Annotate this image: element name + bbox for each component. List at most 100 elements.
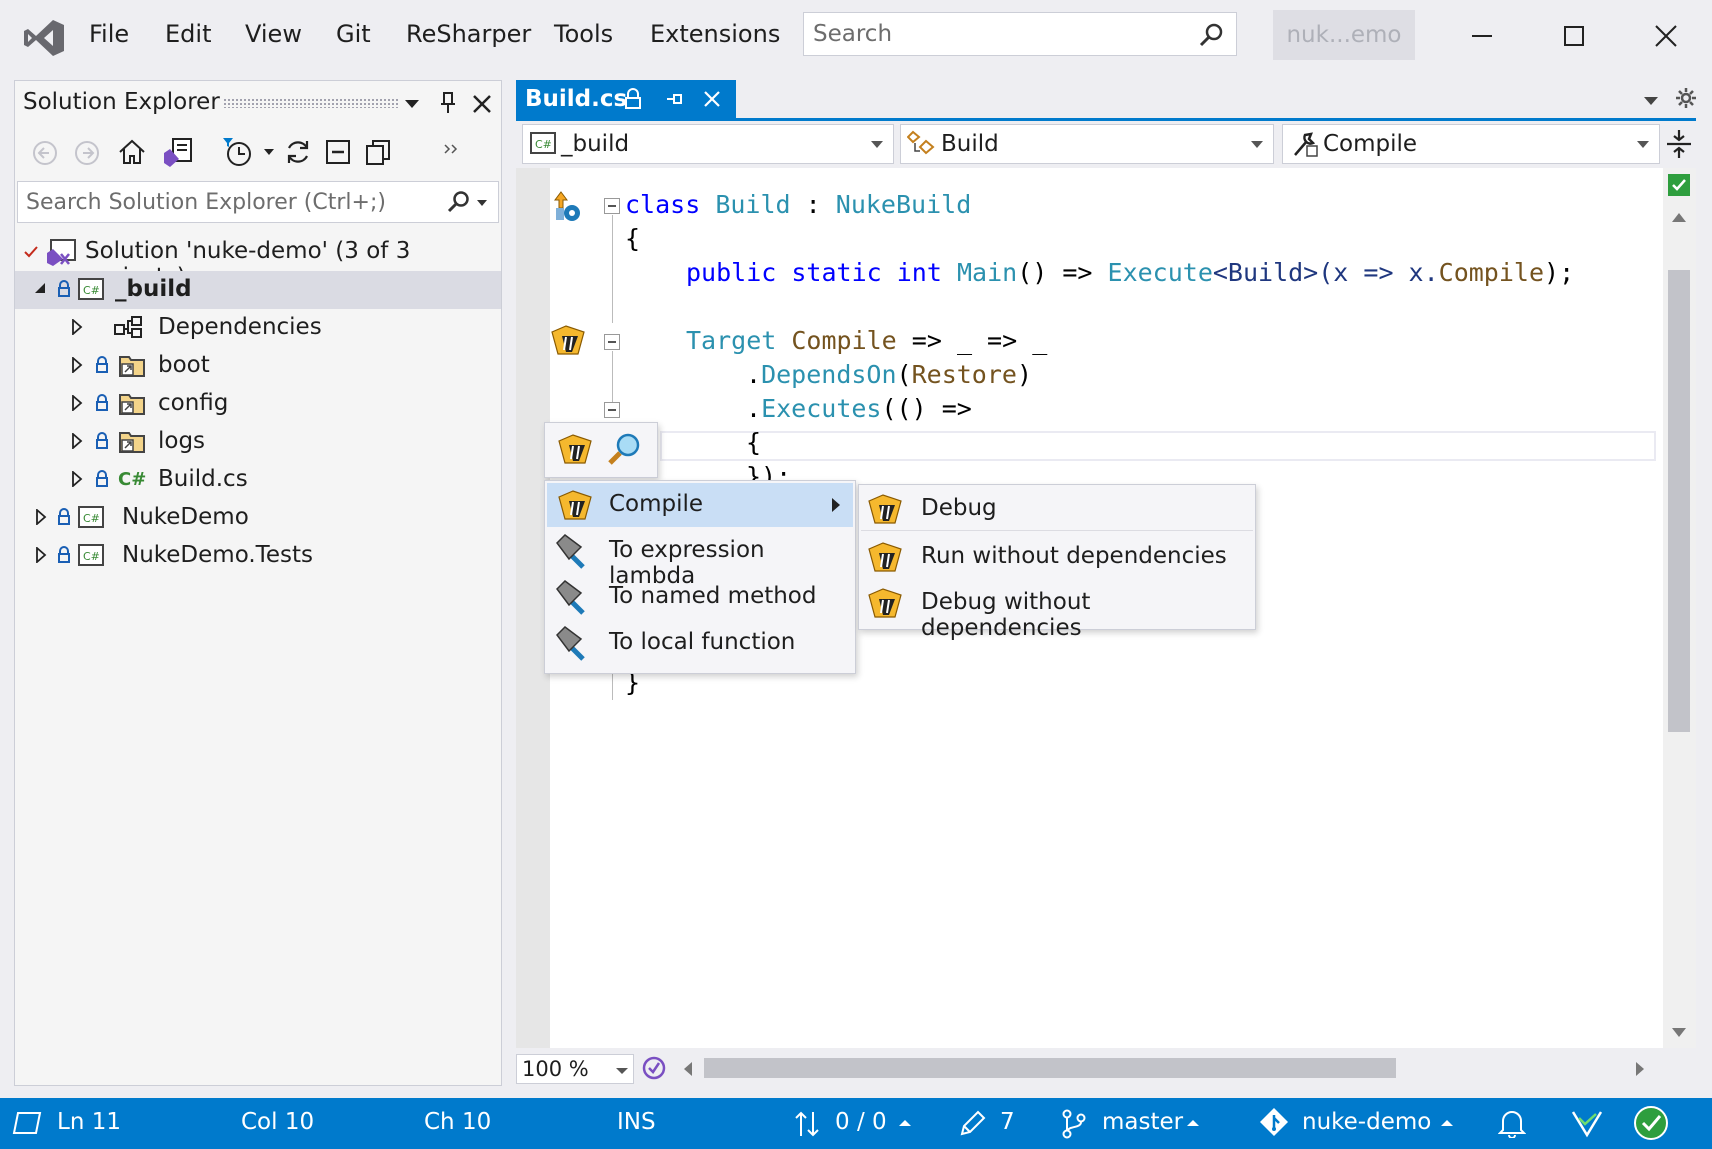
search-usages-icon[interactable] (607, 431, 643, 467)
tab-build-cs[interactable]: Build.cs (516, 80, 736, 118)
zoom-dropdown[interactable]: 100 % (516, 1054, 634, 1084)
menu-item-label: Debug (921, 495, 997, 521)
status-insert-mode[interactable]: INS (617, 1109, 656, 1135)
member-nav-dropdown[interactable]: Compile (1282, 124, 1660, 164)
dropdown-icon[interactable] (403, 95, 421, 113)
tab-list-dropdown-icon[interactable] (1642, 94, 1660, 108)
status-edits[interactable]: 7 (1000, 1109, 1015, 1135)
no-issues-check-icon[interactable] (1666, 172, 1692, 198)
tree-item-build-project[interactable]: C# _build (15, 271, 501, 309)
menu-item-to-named-method[interactable]: To named method (547, 575, 853, 619)
type-nav-dropdown[interactable]: Build (900, 124, 1274, 164)
collapsed-arrow-icon[interactable] (71, 471, 83, 487)
lock-icon (96, 432, 108, 449)
submenu-item-debug[interactable]: Debug (861, 487, 1253, 531)
tree-item-build-cs[interactable]: C# Build.cs (15, 461, 501, 499)
solution-name-badge[interactable]: nuk...emo (1273, 10, 1415, 60)
forward-icon[interactable] (73, 139, 101, 167)
menu-item-to-expression-lambda[interactable]: To expression lambda (547, 529, 853, 589)
scroll-up-icon[interactable] (1670, 210, 1688, 224)
collapsed-arrow-icon[interactable] (71, 433, 83, 449)
pin-icon[interactable] (664, 90, 684, 108)
scroll-left-icon[interactable] (682, 1060, 694, 1078)
implementation-gutter-icon[interactable] (552, 190, 584, 224)
code-line-1: class Build : NukeBuild (625, 190, 971, 219)
split-window-icon[interactable] (1664, 128, 1694, 160)
lock-icon (96, 394, 108, 411)
tree-item-nukedemo-tests[interactable]: C# NukeDemo.Tests (15, 537, 501, 575)
menu-view[interactable]: View (245, 20, 302, 48)
collapsed-arrow-icon[interactable] (71, 357, 83, 373)
tree-item-nukedemo[interactable]: C# NukeDemo (15, 499, 501, 537)
pin-icon[interactable] (439, 91, 457, 115)
notifications-bell-icon[interactable] (1498, 1108, 1526, 1138)
close-panel-icon[interactable] (471, 93, 493, 115)
menu-file[interactable]: File (89, 20, 129, 48)
scroll-right-icon[interactable] (1634, 1060, 1646, 1078)
status-changes[interactable]: 0 / 0 (835, 1109, 887, 1135)
tree-item-boot[interactable]: boot (15, 347, 501, 385)
chevron-up-icon[interactable] (1186, 1118, 1200, 1128)
collapse-all-icon[interactable] (323, 137, 353, 167)
svg-text:C#: C# (118, 469, 146, 490)
menu-extensions[interactable]: Extensions (650, 20, 780, 48)
tree-item-dependencies[interactable]: Dependencies (15, 309, 501, 347)
chevron-down-icon[interactable] (263, 147, 275, 157)
visual-studio-logo-icon[interactable] (22, 18, 66, 58)
horizontal-scroll-thumb[interactable] (704, 1058, 1396, 1078)
toolbar-overflow-icon[interactable] (443, 143, 459, 155)
project-nav-dropdown[interactable]: C# _build (522, 124, 894, 164)
chevron-up-icon[interactable] (898, 1118, 912, 1128)
code-health-icon[interactable] (640, 1054, 668, 1082)
chevron-down-icon[interactable] (476, 198, 488, 208)
gear-icon[interactable] (1674, 86, 1698, 110)
menu-item-compile[interactable]: Compile (547, 483, 853, 527)
submenu-item-run-without-dependencies[interactable]: Run without dependencies (861, 535, 1253, 579)
nuke-target-icon (868, 494, 902, 524)
expanded-arrow-icon[interactable] (33, 281, 47, 295)
chevron-up-icon[interactable] (1440, 1118, 1454, 1128)
close-tab-icon[interactable] (702, 89, 722, 109)
tree-item-solution[interactable]: Solution 'nuke-demo' (3 of 3 projects) (15, 233, 501, 290)
panel-grip[interactable] (223, 98, 399, 108)
minimize-icon[interactable] (1466, 20, 1498, 52)
fold-toggle[interactable] (604, 198, 620, 214)
nuke-target-icon[interactable] (557, 433, 593, 467)
collapsed-arrow-icon[interactable] (35, 547, 47, 563)
menu-edit[interactable]: Edit (165, 20, 211, 48)
close-icon[interactable] (1650, 20, 1682, 52)
search-input[interactable]: Search (803, 12, 1237, 56)
collapsed-arrow-icon[interactable] (35, 509, 47, 525)
code-line-6: .DependsOn(Restore) (746, 360, 1032, 389)
menu-git[interactable]: Git (336, 20, 371, 48)
solution-explorer-search-input[interactable]: Search Solution Explorer (Ctrl+;) (17, 181, 499, 223)
nuke-target-gutter-icon[interactable] (550, 324, 586, 358)
pending-changes-filter-icon[interactable] (221, 135, 257, 169)
code-token: () => (1017, 258, 1093, 287)
fold-toggle[interactable] (604, 334, 620, 350)
menu-tools[interactable]: Tools (554, 20, 613, 48)
back-icon[interactable] (31, 139, 59, 167)
check-icon (24, 246, 38, 258)
scroll-down-icon[interactable] (1670, 1026, 1688, 1040)
vertical-scroll-thumb[interactable] (1668, 270, 1690, 732)
maximize-icon[interactable] (1558, 20, 1590, 52)
fold-toggle[interactable] (604, 402, 620, 418)
home-icon[interactable] (117, 137, 147, 167)
collapsed-arrow-icon[interactable] (71, 395, 83, 411)
menu-resharper[interactable]: ReSharper (406, 20, 531, 48)
switch-views-icon[interactable] (161, 135, 195, 169)
tree-item-label: config (158, 390, 229, 416)
live-share-icon[interactable] (1570, 1108, 1604, 1138)
tree-item-config[interactable]: config (15, 385, 501, 423)
tree-item-logs[interactable]: logs (15, 423, 501, 461)
collapsed-arrow-icon[interactable] (71, 319, 83, 335)
status-branch[interactable]: master (1102, 1109, 1183, 1135)
submenu-item-debug-without-dependencies[interactable]: Debug without dependencies (861, 581, 1253, 641)
menu-item-to-local-function[interactable]: To local function (547, 621, 853, 665)
status-repository[interactable]: nuke-demo (1302, 1109, 1431, 1135)
show-all-files-icon[interactable] (363, 137, 393, 167)
refresh-icon[interactable] (283, 137, 313, 167)
menu-item-label: Debug without dependencies (921, 589, 1091, 641)
status-ok-icon[interactable] (1632, 1104, 1670, 1142)
